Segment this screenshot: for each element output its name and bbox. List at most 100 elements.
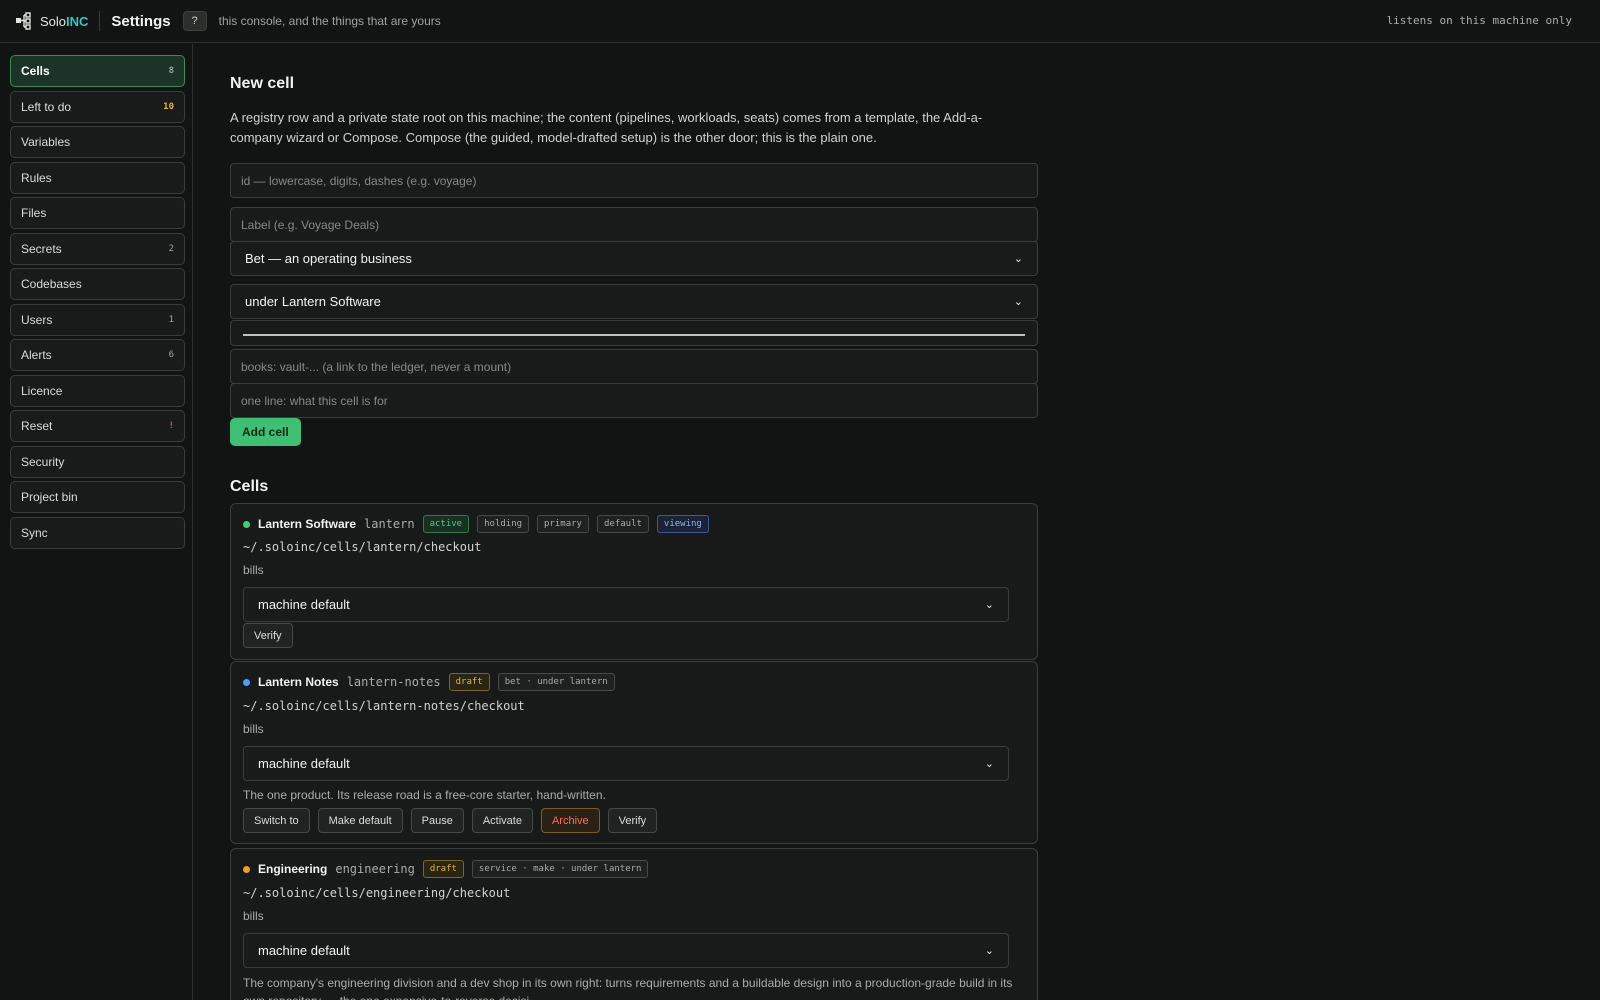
cell-card-header: Lantern Software lantern active holding … bbox=[243, 514, 709, 534]
sidebar-item-count: 6 bbox=[168, 350, 174, 360]
make-default-button[interactable]: Make default bbox=[317, 808, 403, 833]
listen-note: listens on this machine only bbox=[1386, 14, 1572, 27]
cells-heading: Cells bbox=[230, 478, 269, 495]
chevron-down-icon: ⌄ bbox=[984, 945, 994, 957]
sidebar-item-alerts[interactable]: Alerts 6 bbox=[10, 339, 185, 371]
sidebar-item-count: 8 bbox=[168, 66, 174, 76]
cell-actions: Switch to Make default Pause Activate Ar… bbox=[243, 808, 658, 833]
cell-path: ~/.soloinc/cells/engineering/checkout bbox=[243, 886, 511, 900]
help-button[interactable]: ? bbox=[182, 11, 207, 31]
cell-card: Engineering engineering draft service · … bbox=[230, 848, 1038, 1000]
status-dot bbox=[243, 678, 250, 686]
sidebar-item-label: Cells bbox=[21, 64, 50, 78]
bills-select-value: machine default bbox=[258, 597, 350, 612]
sidebar-item-label: Variables bbox=[21, 135, 71, 149]
kind-badge: bet · under lantern bbox=[497, 673, 615, 691]
sidebar-item-left-to-do[interactable]: Left to do 10 bbox=[10, 91, 185, 123]
cell-path: ~/.soloinc/cells/lantern-notes/checkout bbox=[243, 699, 525, 713]
add-cell-button[interactable]: Add cell bbox=[230, 418, 301, 446]
label-input[interactable] bbox=[230, 207, 1038, 242]
bills-select[interactable]: machine default ⌄ bbox=[243, 933, 1009, 968]
cell-card-header: Engineering engineering draft service · … bbox=[243, 859, 649, 879]
status-badge: draft bbox=[422, 860, 464, 878]
sidebar-item-label: Left to do bbox=[21, 100, 72, 114]
bills-label: bills bbox=[243, 563, 264, 577]
cell-path: ~/.soloinc/cells/lantern/checkout bbox=[243, 540, 482, 554]
chevron-down-icon: ⌄ bbox=[984, 758, 994, 770]
kind-select-value: Bet — an operating business bbox=[245, 251, 412, 266]
sidebar-item-sync[interactable]: Sync bbox=[10, 517, 185, 549]
sidebar-item-rules[interactable]: Rules bbox=[10, 162, 185, 194]
cell-id: lantern bbox=[364, 517, 415, 531]
slider-track bbox=[243, 334, 1025, 336]
sidebar-item-reset[interactable]: Reset! bbox=[10, 410, 185, 442]
page-tagline: this console, and the things that are yo… bbox=[218, 14, 441, 28]
sidebar-item-security[interactable]: Security bbox=[10, 446, 185, 478]
kind-badge: holding bbox=[477, 515, 530, 533]
archive-button[interactable]: Archive bbox=[540, 808, 600, 833]
id-input[interactable] bbox=[230, 163, 1038, 198]
bills-select[interactable]: machine default ⌄ bbox=[243, 587, 1009, 622]
books-input[interactable] bbox=[230, 349, 1038, 384]
chevron-down-icon: ⌄ bbox=[984, 599, 994, 611]
cell-note: The one product. Its release road is a f… bbox=[243, 788, 606, 802]
cell-card-header: Lantern Notes lantern-notes draft bet · … bbox=[243, 672, 615, 692]
brand-name: SoloINC bbox=[40, 13, 89, 29]
status-dot bbox=[243, 865, 250, 873]
cell-card: Lantern Software lantern active holding … bbox=[230, 503, 1038, 660]
viewing-badge: viewing bbox=[656, 515, 709, 533]
sidebar-item-label: Codebases bbox=[21, 277, 82, 291]
kind-select[interactable]: Bet — an operating business ⌄ bbox=[230, 241, 1038, 276]
bills-select-value: machine default bbox=[258, 756, 350, 771]
activate-button[interactable]: Activate bbox=[471, 808, 533, 833]
pause-button[interactable]: Pause bbox=[410, 808, 464, 833]
sidebar-item-count: 2 bbox=[168, 244, 174, 254]
primary-badge: primary bbox=[537, 515, 589, 533]
purpose-input[interactable] bbox=[230, 383, 1038, 418]
sidebar-item-files[interactable]: Files bbox=[10, 197, 185, 229]
cell-slider[interactable] bbox=[230, 320, 1038, 346]
bills-label: bills bbox=[243, 722, 264, 736]
chevron-down-icon: ⌄ bbox=[1013, 253, 1023, 265]
cell-id: engineering bbox=[335, 862, 415, 876]
status-badge: active bbox=[422, 515, 470, 533]
bills-select[interactable]: machine default ⌄ bbox=[243, 746, 1009, 781]
verify-button[interactable]: Verify bbox=[243, 623, 293, 648]
parent-select[interactable]: under Lantern Software ⌄ bbox=[230, 284, 1038, 319]
sidebar-item-count: 10 bbox=[163, 102, 174, 112]
cell-name: Lantern Software bbox=[258, 517, 357, 531]
verify-button[interactable]: Verify bbox=[607, 808, 658, 833]
sidebar-item-label: Licence bbox=[21, 384, 63, 398]
default-badge: default bbox=[596, 515, 649, 533]
cell-id: lantern-notes bbox=[346, 675, 441, 689]
sidebar-item-codebases[interactable]: Codebases bbox=[10, 268, 185, 300]
cell-card: Lantern Notes lantern-notes draft bet · … bbox=[230, 661, 1038, 844]
sidebar-item-users[interactable]: Users 1 bbox=[10, 304, 185, 336]
cell-actions: Verify bbox=[243, 623, 293, 648]
status-badge: draft bbox=[448, 673, 490, 691]
sidebar-item-count: ! bbox=[168, 421, 174, 431]
sidebar-item-label: Alerts bbox=[21, 348, 52, 362]
sidebar-item-label: Reset bbox=[21, 419, 53, 433]
cell-note: The company's engineering division and a… bbox=[243, 976, 1013, 1000]
chevron-down-icon: ⌄ bbox=[1013, 296, 1023, 308]
network-node-icon bbox=[16, 12, 31, 30]
page-title: Settings bbox=[111, 12, 171, 30]
kind-badge: service · make · under lantern bbox=[471, 860, 649, 878]
brand-logo[interactable]: SoloINC bbox=[15, 12, 88, 30]
sidebar-item-cells[interactable]: Cells 8 bbox=[10, 55, 185, 87]
sidebar: Cells 8 Left to do 10 Variables Rules Files Sec… bbox=[0, 44, 193, 1000]
sidebar-item-secrets[interactable]: Secrets 2 bbox=[10, 233, 185, 265]
sidebar-item-licence[interactable]: Licence bbox=[10, 375, 185, 407]
sidebar-item-label: Rules bbox=[21, 171, 52, 185]
bills-select-value: machine default bbox=[258, 943, 350, 958]
sidebar-item-label: Secrets bbox=[21, 242, 62, 256]
sidebar-item-label: Project bin bbox=[21, 490, 78, 504]
bills-label: bills bbox=[243, 909, 264, 923]
sidebar-item-project-bin[interactable]: Project bin bbox=[10, 481, 185, 513]
status-dot bbox=[243, 520, 250, 528]
new-cell-heading: New cell bbox=[230, 75, 295, 92]
switch-to-button[interactable]: Switch to bbox=[243, 808, 310, 833]
sidebar-item-variables[interactable]: Variables bbox=[10, 126, 185, 158]
sidebar-item-label: Files bbox=[21, 206, 47, 220]
